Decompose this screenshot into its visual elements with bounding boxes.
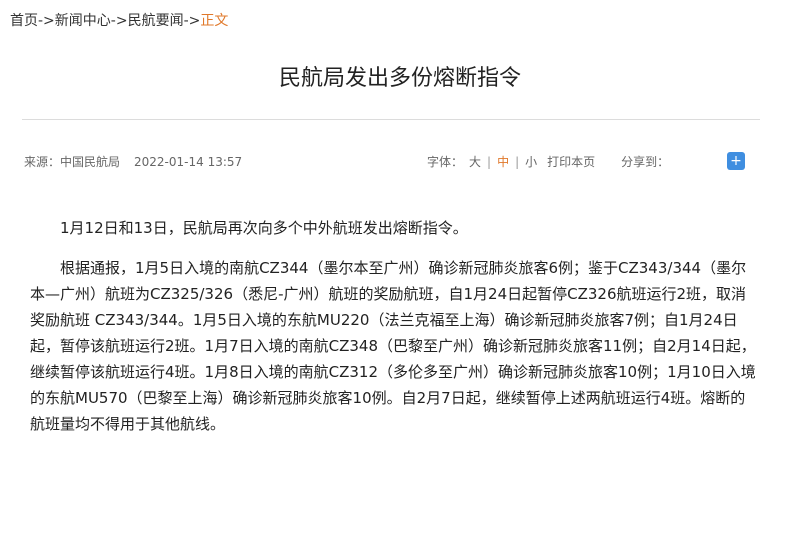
font-size-medium-button[interactable]: 中 xyxy=(497,155,509,169)
font-size-small-button[interactable]: 小 xyxy=(525,155,537,169)
article-date: 2022-01-14 13:57 xyxy=(134,155,243,169)
article-body: 1月12日和13日，民航局再次向多个中外航班发出熔断指令。 根据通报，1月5日入… xyxy=(30,215,760,451)
article-paragraph: 1月12日和13日，民航局再次向多个中外航班发出熔断指令。 xyxy=(60,219,468,237)
title-divider xyxy=(22,119,760,120)
article-tools: 字体： 大 | 中 | 小打印本页 分享到： xyxy=(427,153,669,170)
breadcrumb-civil-aviation-news[interactable]: 民航要闻 xyxy=(128,13,184,29)
breadcrumb-home[interactable]: 首页 xyxy=(10,13,38,29)
share-label: 分享到： xyxy=(621,155,670,169)
breadcrumb-separator: -> xyxy=(38,13,55,29)
breadcrumb-separator: -> xyxy=(110,13,128,29)
font-size-large-button[interactable]: 大 xyxy=(469,155,481,169)
article-paragraph: 根据通报，1月5日入境的南航CZ344（墨尔本至广州）确诊新冠肺炎旅客6例；鉴于… xyxy=(30,259,756,433)
article-source: 来源：中国民航局 xyxy=(24,155,121,169)
plus-icon[interactable]: + xyxy=(727,152,745,170)
tool-divider: | xyxy=(487,155,492,169)
breadcrumb-news-center[interactable]: 新闻中心 xyxy=(55,13,111,29)
article-title: 民航局发出多份熔断指令 xyxy=(278,66,521,91)
print-page-button[interactable]: 打印本页 xyxy=(547,155,595,169)
breadcrumb: 首页->新闻中心->民航要闻->正文 xyxy=(10,10,228,30)
breadcrumb-current: 正文 xyxy=(200,13,229,29)
tool-divider: | xyxy=(515,155,520,169)
article-meta: 来源：中国民航局 2022-01-14 13:57 xyxy=(24,153,242,170)
font-size-label: 字体： xyxy=(427,155,464,169)
breadcrumb-separator: -> xyxy=(183,13,201,29)
